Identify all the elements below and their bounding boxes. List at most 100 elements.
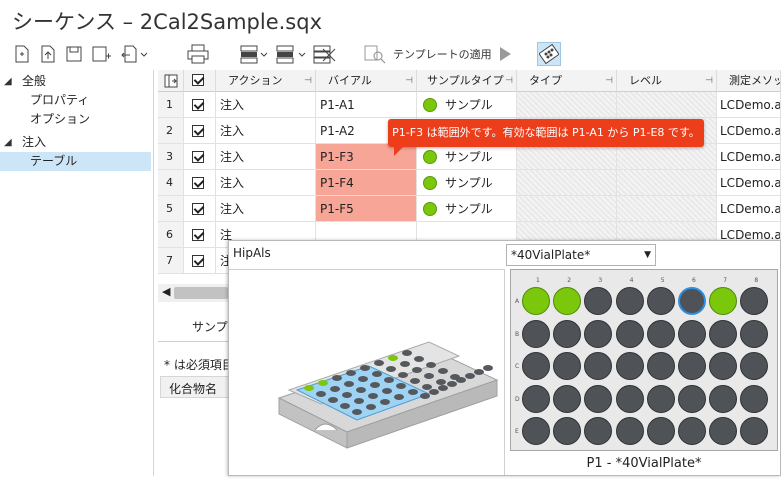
print-icon[interactable] <box>186 42 210 66</box>
method-cell[interactable]: LCDemo.am <box>717 170 781 196</box>
tree-item-properties[interactable]: プロパティ <box>0 91 151 110</box>
row-number[interactable]: 3 <box>158 144 184 170</box>
vial-well-D7[interactable] <box>709 384 738 413</box>
vial-well-D2[interactable] <box>553 384 582 413</box>
scroll-left-icon[interactable]: ◀ <box>162 285 170 298</box>
vial-cell[interactable]: P1-A1 <box>316 92 417 118</box>
vial-well-D3[interactable] <box>584 384 613 413</box>
row-checkbox-cell[interactable] <box>184 248 216 274</box>
vial-well-A7[interactable] <box>709 287 738 315</box>
vial-well-A6[interactable] <box>678 287 706 315</box>
row-checkbox[interactable] <box>192 229 204 241</box>
vial-well-E4[interactable] <box>615 417 644 445</box>
vial-well-B6[interactable] <box>678 319 706 348</box>
vial-well-C6[interactable] <box>678 352 706 380</box>
vial-well-B4[interactable] <box>615 319 644 348</box>
vial-well-C7[interactable] <box>709 352 738 380</box>
row-number[interactable]: 7 <box>158 248 184 274</box>
column-header-type[interactable]: タイプ ⊣ <box>517 70 617 92</box>
row-checkbox-cell[interactable] <box>184 170 216 196</box>
column-header-vial[interactable]: バイアル ⊣ <box>316 70 417 92</box>
apply-template-label[interactable]: テンプレートの適用 <box>393 46 492 62</box>
plate-view-icon[interactable] <box>537 42 561 66</box>
vial-well-A8[interactable] <box>740 287 769 315</box>
vial-well-C4[interactable] <box>615 352 644 380</box>
row-checkbox-cell[interactable] <box>184 222 216 248</box>
vial-well-C2[interactable] <box>553 352 582 380</box>
vial-well-A4[interactable] <box>615 287 644 315</box>
chevron-down-icon[interactable]: ▼ <box>644 245 651 265</box>
vial-well-E6[interactable] <box>678 417 706 445</box>
import-icon[interactable] <box>38 42 58 66</box>
action-cell[interactable]: 注入 <box>216 118 316 144</box>
row-checkbox[interactable] <box>192 151 204 163</box>
vial-well-D4[interactable] <box>615 384 644 413</box>
vial-well-B8[interactable] <box>740 319 769 348</box>
sample-type-cell[interactable]: サンプル <box>417 170 517 196</box>
vial-well-C3[interactable] <box>584 352 613 380</box>
compound-name-header[interactable]: 化合物名 <box>169 380 217 397</box>
row-checkbox-cell[interactable] <box>184 92 216 118</box>
vial-well-D5[interactable] <box>646 384 675 413</box>
run-icon[interactable] <box>496 42 514 66</box>
row-checkbox[interactable] <box>192 125 204 137</box>
row-checkbox[interactable] <box>192 177 204 189</box>
vial-well-C8[interactable] <box>740 352 769 380</box>
vial-well-B2[interactable] <box>553 319 582 348</box>
row-number[interactable]: 6 <box>158 222 184 248</box>
vial-well-C5[interactable] <box>646 352 675 380</box>
action-cell[interactable]: 注入 <box>216 170 316 196</box>
method-cell[interactable]: LCDemo.am <box>717 92 781 118</box>
vial-well-A3[interactable] <box>584 287 613 315</box>
vial-well-B7[interactable] <box>709 319 738 348</box>
action-cell[interactable]: 注入 <box>216 196 316 222</box>
row-checkbox[interactable] <box>192 203 204 215</box>
save-icon[interactable] <box>64 42 84 66</box>
column-header-sample-type[interactable]: サンプルタイプ ⊣ <box>417 70 517 92</box>
row-number[interactable]: 5 <box>158 196 184 222</box>
vial-well-E1[interactable] <box>522 417 550 445</box>
pin-icon[interactable]: ⊣ <box>505 70 513 91</box>
row-checkbox-cell[interactable] <box>184 118 216 144</box>
vial-well-E7[interactable] <box>709 417 738 445</box>
vial-well-D8[interactable] <box>740 384 769 413</box>
vial-well-A1[interactable] <box>522 287 550 315</box>
vial-well-A5[interactable] <box>646 287 675 315</box>
vial-well-E8[interactable] <box>740 417 769 445</box>
column-header-method[interactable]: 測定メソッド <box>717 70 781 92</box>
tree-item-injection[interactable]: ◢ 注入 <box>0 133 151 152</box>
vial-well-A2[interactable] <box>553 287 582 315</box>
tree-item-table[interactable]: テーブル <box>0 152 151 171</box>
vial-cell[interactable]: P1-F4 <box>316 170 417 196</box>
sample-type-cell[interactable]: サンプル <box>417 92 517 118</box>
vial-well-D6[interactable] <box>678 384 706 413</box>
header-checkbox[interactable] <box>184 70 216 92</box>
new-icon[interactable] <box>12 42 32 66</box>
expand-triangle-icon[interactable]: ◢ <box>4 133 12 152</box>
tree-item-general[interactable]: ◢ 全般 <box>0 72 151 91</box>
column-header-level[interactable]: レベル ⊣ <box>617 70 717 92</box>
row-number[interactable]: 4 <box>158 170 184 196</box>
vial-well-B3[interactable] <box>584 319 613 348</box>
pin-icon[interactable]: ⊣ <box>405 70 413 91</box>
append-rows-icon[interactable] <box>276 42 310 66</box>
apply-template-icon[interactable] <box>362 42 388 66</box>
vial-well-E3[interactable] <box>584 417 613 445</box>
pin-icon[interactable]: ⊣ <box>304 70 312 91</box>
row-number[interactable]: 1 <box>158 92 184 118</box>
pin-icon[interactable]: ⊣ <box>705 70 713 91</box>
method-cell[interactable]: LCDemo.am <box>717 118 781 144</box>
scrollbar-thumb[interactable] <box>174 287 228 299</box>
row-checkbox-cell[interactable] <box>184 196 216 222</box>
vial-well-B1[interactable] <box>522 319 550 348</box>
column-header-action[interactable]: アクション ⊣ <box>216 70 316 92</box>
row-number[interactable]: 2 <box>158 118 184 144</box>
method-cell[interactable]: LCDemo.am <box>717 144 781 170</box>
horizontal-scrollbar[interactable]: ◀ <box>158 284 230 302</box>
tree-item-options[interactable]: オプション <box>0 110 151 129</box>
vial-cell[interactable]: P1-F5 <box>316 196 417 222</box>
action-cell[interactable]: 注入 <box>216 144 316 170</box>
plate-select[interactable]: *40VialPlate* ▼ <box>506 244 656 266</box>
delete-rows-icon[interactable] <box>312 42 338 66</box>
save-as-icon[interactable] <box>90 42 114 66</box>
